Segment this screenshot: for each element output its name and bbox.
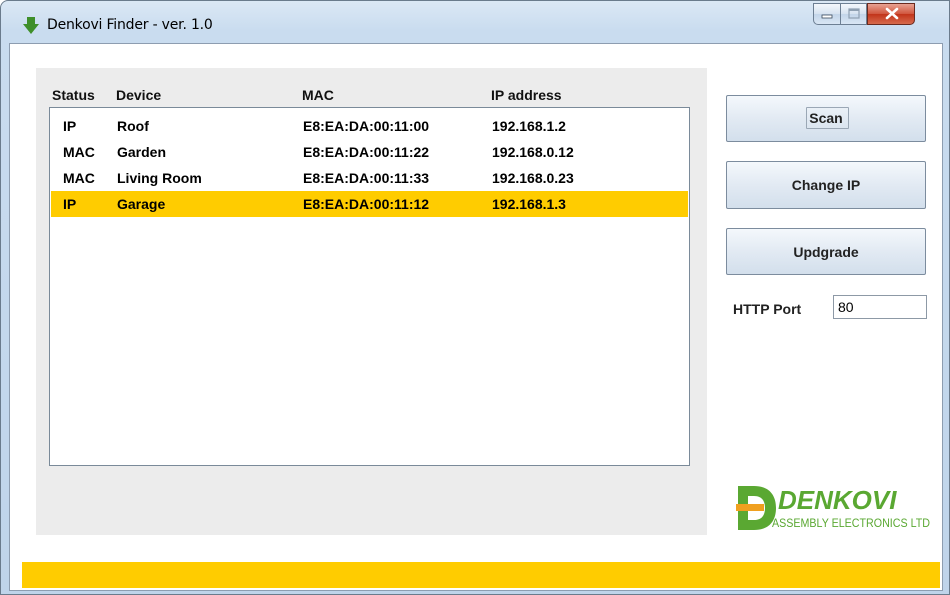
device-cell: Garage bbox=[117, 196, 166, 212]
device-list[interactable]: IP Roof E8:EA:DA:00:11:00 192.168.1.2 MA… bbox=[49, 107, 690, 466]
window-title: Denkovi Finder - ver. 1.0 bbox=[47, 17, 213, 33]
device-cell: Living Room bbox=[117, 170, 202, 186]
title-bar[interactable]: Denkovi Finder - ver. 1.0 bbox=[1, 1, 949, 43]
ip-cell: 192.168.1.3 bbox=[492, 196, 566, 212]
device-row[interactable]: MAC Living Room E8:EA:DA:00:11:33 192.16… bbox=[51, 165, 688, 191]
logo-tagline: ASSEMBLY ELECTRONICS LTD bbox=[772, 516, 930, 530]
logo-wordmark: DENKOVI bbox=[778, 485, 897, 515]
mac-cell: E8:EA:DA:00:11:22 bbox=[303, 144, 430, 160]
device-row-selected[interactable]: IP Garage E8:EA:DA:00:11:12 192.168.1.3 bbox=[51, 191, 688, 217]
upgrade-button[interactable]: Updgrade bbox=[726, 228, 926, 275]
denkovi-logo: DENKOVI ASSEMBLY ELECTRONICS LTD bbox=[736, 485, 930, 530]
client-area: Status Device MAC IP address IP Roof E8:… bbox=[9, 43, 943, 591]
minimize-icon bbox=[821, 14, 833, 19]
device-panel: Status Device MAC IP address IP Roof E8:… bbox=[36, 68, 707, 535]
status-cell: IP bbox=[63, 118, 77, 134]
device-cell: Roof bbox=[117, 118, 149, 134]
status-cell: MAC bbox=[63, 170, 95, 186]
column-header-status[interactable]: Status bbox=[52, 87, 95, 103]
minimize-button[interactable] bbox=[813, 3, 840, 25]
mac-cell: E8:EA:DA:00:11:33 bbox=[303, 170, 430, 186]
ip-cell: 192.168.1.2 bbox=[492, 118, 566, 134]
app-window: Denkovi Finder - ver. 1.0 Status Device … bbox=[0, 0, 950, 595]
device-row[interactable]: MAC Garden E8:EA:DA:00:11:22 192.168.0.1… bbox=[51, 139, 688, 165]
column-header-device[interactable]: Device bbox=[116, 87, 161, 103]
change-ip-button-label: Change IP bbox=[791, 177, 861, 193]
status-cell: MAC bbox=[63, 144, 95, 160]
device-row[interactable]: IP Roof E8:EA:DA:00:11:00 192.168.1.2 bbox=[51, 113, 688, 139]
scan-button-label: Scan bbox=[809, 110, 843, 126]
upgrade-button-label: Updgrade bbox=[793, 244, 859, 260]
close-button[interactable] bbox=[867, 3, 915, 25]
http-port-label: HTTP Port bbox=[733, 301, 802, 317]
column-header-mac[interactable]: MAC bbox=[302, 87, 334, 103]
scan-button[interactable]: Scan bbox=[726, 95, 926, 142]
green-down-arrow-icon bbox=[23, 17, 39, 34]
change-ip-button[interactable]: Change IP bbox=[726, 161, 926, 209]
column-header-ip[interactable]: IP address bbox=[491, 87, 562, 103]
close-icon bbox=[885, 7, 899, 20]
mac-cell: E8:EA:DA:00:11:00 bbox=[303, 118, 430, 134]
ip-cell: 192.168.0.23 bbox=[492, 170, 574, 186]
device-cell: Garden bbox=[117, 144, 167, 160]
status-cell: IP bbox=[63, 196, 77, 212]
mac-cell: E8:EA:DA:00:11:12 bbox=[303, 196, 430, 212]
http-port-input[interactable]: 80 bbox=[833, 295, 927, 319]
maximize-button[interactable] bbox=[840, 3, 867, 25]
ip-cell: 192.168.0.12 bbox=[492, 144, 574, 160]
status-bar bbox=[22, 562, 940, 588]
maximize-icon bbox=[848, 8, 860, 19]
